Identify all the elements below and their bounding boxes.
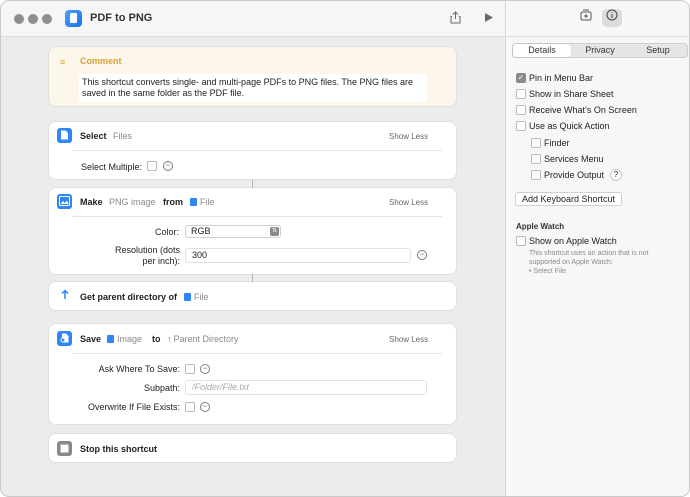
color-label: Color: (154, 227, 179, 237)
pin-menu-bar-label: Pin in Menu Bar (529, 73, 594, 83)
parent-action-verb: Get parent directory of (80, 292, 178, 302)
app-window: PDF to PNG Details Privacy Setup ✓ Pin i… (0, 0, 690, 497)
quick-action-checkbox[interactable] (516, 121, 526, 131)
action-connector (252, 274, 253, 282)
save-action-verb: Save (80, 334, 102, 344)
up-down-chevron-icon: ⇅ (270, 227, 279, 236)
remove-circle-icon[interactable]: − (200, 402, 210, 412)
arrow-up-icon: ↑ (167, 334, 172, 344)
provide-output-label: Provide Output (544, 170, 605, 180)
tab-setup[interactable]: Setup (629, 44, 687, 57)
file-token[interactable]: File (184, 292, 209, 302)
apple-watch-heading: Apple Watch (516, 222, 565, 231)
file-source-label: File (200, 197, 215, 207)
parent-directory-label: Parent Directory (173, 334, 239, 344)
save-document-icon (57, 331, 72, 346)
ask-where-label: Ask Where To Save: (98, 364, 180, 374)
remove-circle-icon[interactable]: − (163, 161, 173, 171)
divider (72, 216, 442, 217)
finder-label: Finder (544, 138, 570, 148)
select-show-less-button[interactable]: Show Less (389, 132, 428, 141)
provide-output-checkbox[interactable] (531, 170, 541, 180)
help-button[interactable]: ? (610, 169, 622, 181)
select-multiple-checkbox[interactable] (147, 161, 157, 171)
subpath-input[interactable]: /Folder/File.txt (185, 380, 427, 395)
finder-checkbox[interactable] (531, 138, 541, 148)
action-connector (252, 180, 253, 188)
info-icon[interactable] (602, 9, 622, 27)
stop-square-icon (57, 441, 72, 456)
share-sheet-label: Show in Share Sheet (529, 89, 614, 99)
make-action-verb: Make (80, 197, 103, 207)
sidebar-toolbar (506, 1, 689, 37)
color-select-value: RGB (191, 226, 211, 236)
watch-note-line: supported on Apple Watch: (529, 259, 613, 266)
show-on-watch-checkbox[interactable] (516, 236, 526, 246)
sidebar-tabs: Details Privacy Setup (512, 43, 688, 58)
watch-note-line: This shortcut uses an action that is not (529, 250, 649, 257)
shortcut-file-icon (65, 10, 82, 27)
divider (72, 353, 442, 354)
resolution-input[interactable]: 300 (185, 248, 411, 263)
watch-note-line: • Select File (529, 268, 567, 275)
run-play-icon[interactable] (484, 12, 494, 26)
arrow-up-icon (57, 289, 72, 304)
document-icon (57, 128, 72, 143)
receive-screen-checkbox[interactable] (516, 105, 526, 115)
image-icon (107, 335, 114, 343)
comment-text-line: This shortcut converts single- and multi… (82, 77, 413, 87)
overwrite-checkbox[interactable] (185, 402, 195, 412)
remove-circle-icon[interactable]: − (200, 364, 210, 374)
image-token[interactable]: Image (107, 334, 142, 344)
overwrite-label: Overwrite If File Exists: (87, 402, 180, 412)
zoom-window-button[interactable] (42, 14, 52, 24)
tab-details[interactable]: Details (513, 44, 571, 57)
quick-action-label: Use as Quick Action (529, 121, 610, 131)
select-multiple-label: Select Multiple: (80, 162, 142, 172)
parent-directory-token[interactable]: ↑ Parent Directory (167, 334, 239, 344)
share-sheet-checkbox[interactable] (516, 89, 526, 99)
receive-screen-label: Receive What’s On Screen (529, 105, 637, 115)
action-library-icon[interactable] (576, 9, 596, 27)
window-title: PDF to PNG (90, 12, 153, 24)
add-keyboard-shortcut-button[interactable]: Add Keyboard Shortcut (515, 192, 623, 206)
file-source-token[interactable]: File (190, 197, 215, 207)
color-select[interactable]: RGB ⇅ (185, 225, 281, 238)
files-token[interactable]: Files (113, 131, 132, 141)
resolution-label-line: per inch): (142, 256, 180, 266)
subpath-label: Subpath: (143, 383, 180, 393)
select-action-verb: Select (80, 131, 107, 141)
minimize-window-button[interactable] (28, 14, 38, 24)
make-show-less-button[interactable]: Show Less (389, 198, 428, 207)
tab-privacy[interactable]: Privacy (571, 44, 629, 57)
from-label: from (163, 197, 183, 207)
resolution-label-line: Resolution (dots (114, 245, 180, 255)
divider (72, 150, 442, 151)
image-token-label: Image (117, 334, 143, 344)
png-image-token[interactable]: PNG image (109, 197, 156, 207)
save-show-less-button[interactable]: Show Less (389, 335, 428, 344)
file-token-label: File (194, 292, 209, 302)
file-icon (190, 198, 197, 206)
stop-action-verb: Stop this shortcut (80, 444, 157, 454)
to-label: to (152, 334, 161, 344)
pin-menu-bar-checkbox[interactable]: ✓ (516, 73, 526, 83)
resolution-label: Resolution (dots per inch): (101, 245, 180, 267)
remove-circle-icon[interactable]: − (417, 250, 427, 260)
services-menu-checkbox[interactable] (531, 154, 541, 164)
comment-title: Comment (80, 56, 122, 66)
titlebar: PDF to PNG (1, 1, 505, 37)
share-icon[interactable] (450, 11, 461, 27)
comment-text-line: saved in the same folder as the PDF file… (82, 88, 245, 98)
watch-note: This shortcut uses an action that is not… (529, 249, 679, 276)
image-icon (57, 194, 72, 209)
close-window-button[interactable] (14, 14, 24, 24)
show-on-watch-label: Show on Apple Watch (529, 236, 617, 246)
comment-lines-icon: ≡ (60, 57, 66, 67)
file-icon (184, 293, 191, 301)
services-menu-label: Services Menu (544, 154, 604, 164)
comment-textarea[interactable]: This shortcut converts single- and multi… (79, 74, 427, 102)
ask-where-checkbox[interactable] (185, 364, 195, 374)
